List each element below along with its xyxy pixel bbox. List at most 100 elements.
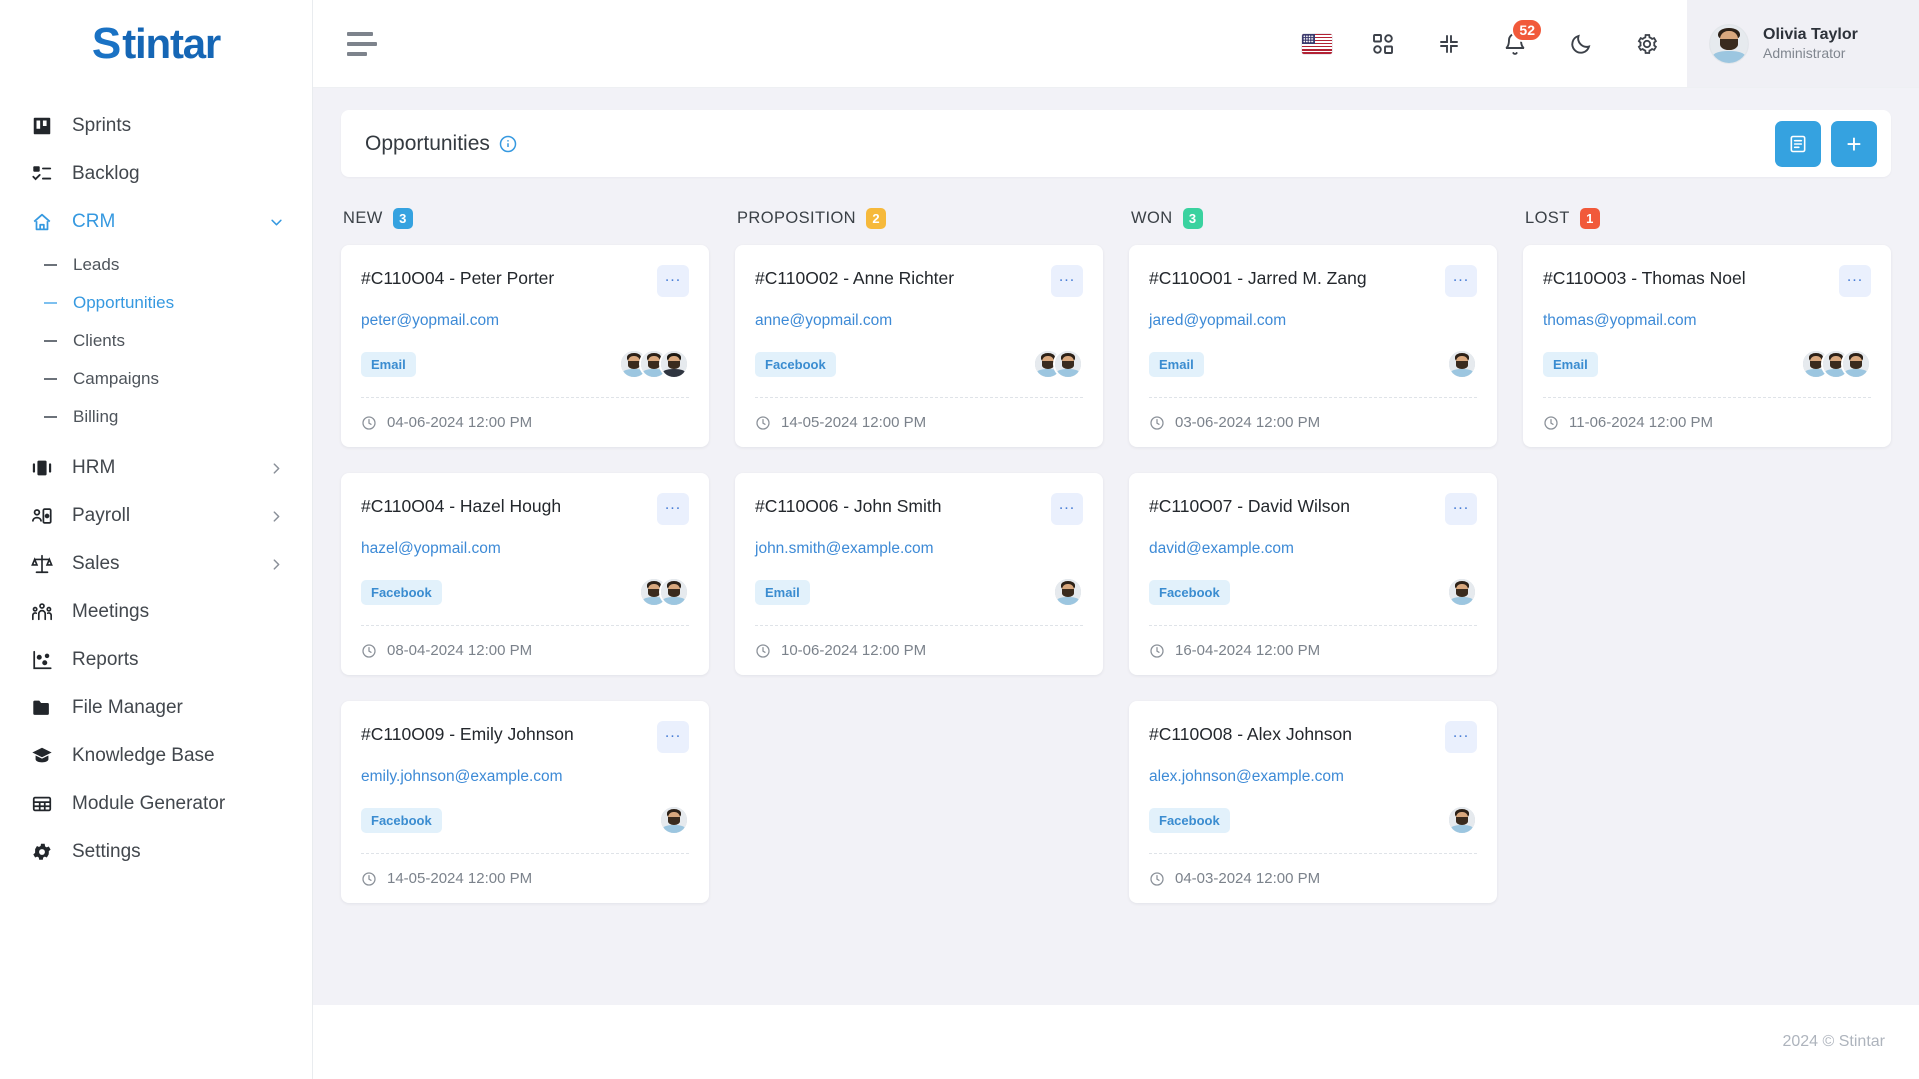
column-title: PROPOSITION	[737, 208, 856, 227]
sidebar-item-crm[interactable]: CRM	[0, 198, 312, 246]
opportunity-card[interactable]: #C110O09 - Emily Johnson... emily.johnson…	[341, 701, 709, 903]
card-menu-button[interactable]: ...	[657, 265, 689, 297]
card-menu-button[interactable]: ...	[1051, 265, 1083, 297]
sidebar-item-hrm[interactable]: HRM	[0, 444, 312, 492]
graduation-icon	[30, 744, 54, 768]
card-email-link[interactable]: anne@yopmail.com	[755, 312, 1083, 330]
card-source-tag: Email	[361, 351, 416, 377]
sidebar-item-module-generator[interactable]: Module Generator	[0, 780, 312, 828]
assignee-avatar[interactable]	[1447, 805, 1477, 835]
chevron-down-icon[interactable]	[268, 214, 284, 230]
moon-icon[interactable]	[1559, 22, 1603, 66]
sidebar-item-sprints[interactable]: Sprints	[0, 102, 312, 150]
assignee-avatar[interactable]	[1447, 577, 1477, 607]
sidebar-item-knowledge-base[interactable]: Knowledge Base	[0, 732, 312, 780]
brand-logo[interactable]: Stintar	[0, 0, 312, 88]
opportunity-card[interactable]: #C110O03 - Thomas Noel... thomas@yopmail.…	[1523, 245, 1891, 447]
card-menu-button[interactable]: ...	[657, 721, 689, 753]
content-area: Opportunities + NEW 3 #C110O04 - Peter P…	[313, 88, 1919, 1005]
opportunity-card[interactable]: #C110O08 - Alex Johnson... alex.johnson@e…	[1129, 701, 1497, 903]
sidebar-item-backlog[interactable]: Backlog	[0, 150, 312, 198]
profile-menu[interactable]: Olivia Taylor Administrator	[1687, 0, 1919, 87]
card-date: 03-06-2024 12:00 PM	[1175, 414, 1321, 431]
card-email-link[interactable]: emily.johnson@example.com	[361, 768, 689, 786]
card-menu-button[interactable]: ...	[1445, 265, 1477, 297]
chevron-right-icon[interactable]	[268, 508, 284, 524]
assignee-avatar[interactable]	[1841, 349, 1871, 379]
plus-icon: +	[1846, 128, 1862, 159]
card-email-link[interactable]: david@example.com	[1149, 540, 1477, 558]
chevron-right-icon[interactable]	[268, 460, 284, 476]
card-email-link[interactable]: alex.johnson@example.com	[1149, 768, 1477, 786]
card-menu-button[interactable]: ...	[1051, 493, 1083, 525]
card-title: #C110O04 - Peter Porter	[361, 268, 555, 288]
card-source-tag: Facebook	[755, 351, 836, 377]
opportunity-card[interactable]: #C110O04 - Hazel Hough... hazel@yopmail.c…	[341, 473, 709, 675]
sidebar-item-label: Payroll	[72, 505, 131, 526]
opportunity-card[interactable]: #C110O01 - Jarred M. Zang... jared@yopmai…	[1129, 245, 1497, 447]
assignee-avatar[interactable]	[659, 349, 689, 379]
kanban-column-lost: LOST 1 #C110O03 - Thomas Noel... thomas@yop…	[1523, 203, 1891, 903]
card-menu-button[interactable]: ...	[1839, 265, 1871, 297]
card-email-link[interactable]: hazel@yopmail.com	[361, 540, 689, 558]
opportunity-card[interactable]: #C110O02 - Anne Richter... anne@yopmail.c…	[735, 245, 1103, 447]
sidebar-subitem-leads[interactable]: Leads	[0, 246, 312, 284]
kanban-card-list: #C110O03 - Thomas Noel... thomas@yopmail.…	[1523, 245, 1891, 447]
dash-icon	[44, 378, 57, 380]
sidebar-item-clipped[interactable]: CRM	[0, 88, 312, 102]
sidebar-item-settings[interactable]: Settings	[0, 828, 312, 876]
chevron-right-icon[interactable]	[268, 556, 284, 572]
assignee-avatar-group	[659, 805, 689, 835]
clock-icon	[1149, 871, 1165, 887]
card-email-link[interactable]: thomas@yopmail.com	[1543, 312, 1871, 330]
bell-icon[interactable]: 52	[1493, 17, 1543, 66]
column-count-badge: 2	[866, 207, 886, 229]
assignee-avatar-group	[619, 349, 689, 379]
assignee-avatar[interactable]	[659, 805, 689, 835]
card-date: 10-06-2024 12:00 PM	[781, 642, 927, 659]
footer: 2024 © Stintar	[313, 1005, 1919, 1079]
sidebar-subitem-campaigns[interactable]: Campaigns	[0, 360, 312, 398]
column-title: NEW	[343, 208, 383, 227]
list-view-button[interactable]	[1775, 120, 1821, 167]
sidebar-item-file-manager[interactable]: File Manager	[0, 684, 312, 732]
card-email-link[interactable]: jared@yopmail.com	[1149, 312, 1477, 330]
sidebar-subitem-opportunities[interactable]: Opportunities	[0, 284, 312, 322]
card-menu-button[interactable]: ...	[657, 493, 689, 525]
sidebar-item-reports[interactable]: Reports	[0, 636, 312, 684]
sidebar-subitem-label: Billing	[73, 407, 119, 426]
assignee-avatar[interactable]	[1447, 349, 1477, 379]
info-circle-icon[interactable]	[499, 135, 517, 153]
clock-icon	[755, 643, 771, 659]
sidebar-item-label: Knowledge Base	[72, 745, 215, 766]
sidebar-item-payroll[interactable]: Payroll	[0, 492, 312, 540]
card-menu-button[interactable]: ...	[1445, 493, 1477, 525]
card-menu-button[interactable]: ...	[1445, 721, 1477, 753]
opportunity-card[interactable]: #C110O07 - David Wilson... david@example.…	[1129, 473, 1497, 675]
card-source-tag: Facebook	[1149, 579, 1230, 605]
card-email-link[interactable]: peter@yopmail.com	[361, 312, 689, 330]
sidebar-item-label: File Manager	[72, 697, 183, 718]
assignee-avatar[interactable]	[1053, 577, 1083, 607]
card-source-tag: Email	[1149, 351, 1204, 377]
assignee-avatar[interactable]	[1053, 349, 1083, 379]
sidebar-item-sales[interactable]: Sales	[0, 540, 312, 588]
card-email-link[interactable]: john.smith@example.com	[755, 540, 1083, 558]
collapse-fullscreen-icon[interactable]	[1427, 22, 1471, 66]
clock-icon	[361, 415, 377, 431]
gear-icon[interactable]	[1625, 22, 1669, 66]
card-title: #C110O09 - Emily Johnson	[361, 724, 574, 744]
add-opportunity-button[interactable]: +	[1831, 120, 1877, 167]
sidebar-item-meetings[interactable]: Meetings	[0, 588, 312, 636]
sidebar-subitem-clients[interactable]: Clients	[0, 322, 312, 360]
apps-grid-icon[interactable]	[1361, 22, 1405, 66]
opportunity-card[interactable]: #C110O04 - Peter Porter... peter@yopmail.…	[341, 245, 709, 447]
kanban-column-won: WON 3 #C110O01 - Jarred M. Zang... jared@yo…	[1129, 203, 1497, 903]
sidebar-subitem-billing[interactable]: Billing	[0, 398, 312, 436]
opportunity-card[interactable]: #C110O06 - John Smith... john.smith@examp…	[735, 473, 1103, 675]
assignee-avatar[interactable]	[659, 577, 689, 607]
us-flag-icon[interactable]	[1295, 22, 1339, 66]
sidebar-item-label: Module Generator	[72, 793, 226, 814]
hamburger-icon[interactable]	[347, 31, 377, 56]
